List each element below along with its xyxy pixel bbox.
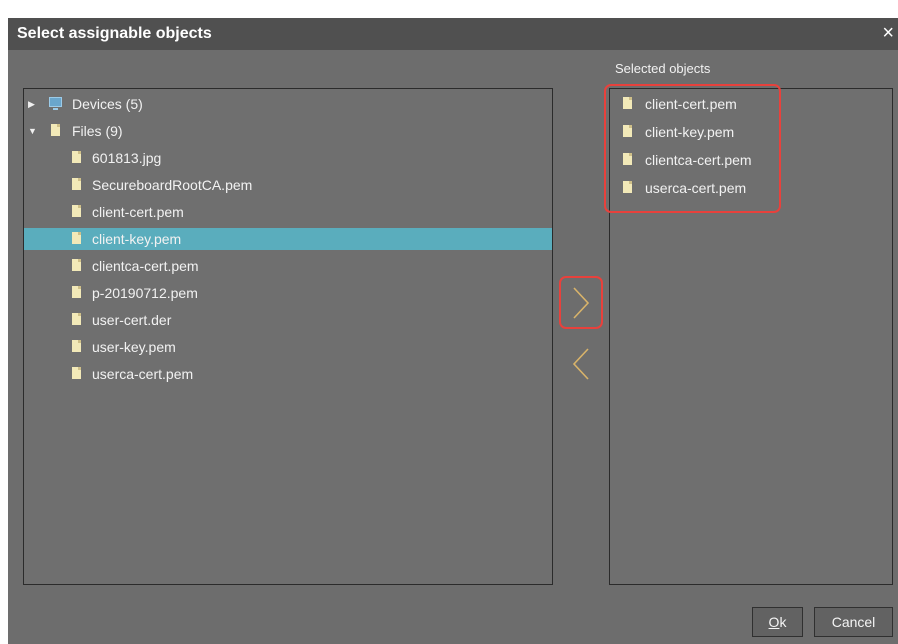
chevron-right-icon — [573, 287, 590, 319]
monitor-icon — [49, 97, 62, 110]
selected-highlight-box — [604, 84, 781, 213]
file-icon — [72, 178, 81, 190]
ok-label-rest: k — [779, 614, 787, 630]
ok-mnemonic: O — [768, 614, 780, 630]
add-to-selected-button[interactable] — [571, 286, 591, 320]
ok-button[interactable]: Ok — [752, 607, 803, 637]
tree-item-file[interactable]: user-key.pem — [24, 336, 552, 358]
tree-item-file-selected[interactable]: client-key.pem — [24, 228, 552, 250]
tree-item-file[interactable]: SecureboardRootCA.pem — [24, 174, 552, 196]
file-icon — [72, 313, 81, 325]
close-icon[interactable]: × — [882, 22, 894, 44]
tree-item-file[interactable]: client-cert.pem — [24, 201, 552, 223]
cancel-button[interactable]: Cancel — [814, 607, 893, 637]
available-objects-tree[interactable]: ▶ Devices (5) ▼ Files (9) 601813.jpg Sec… — [23, 88, 553, 585]
file-icon — [72, 151, 81, 163]
collapse-arrow-icon[interactable]: ▼ — [28, 120, 37, 142]
select-objects-dialog: Select assignable objects × ▶ Devices (5… — [8, 18, 898, 644]
file-icon — [72, 259, 81, 271]
file-label: userca-cert.pem — [92, 366, 194, 382]
chevron-left-icon — [572, 348, 589, 380]
file-icon — [72, 367, 81, 379]
file-icon — [72, 286, 81, 298]
file-label: clientca-cert.pem — [92, 258, 199, 274]
file-icon — [72, 340, 81, 352]
file-icon — [51, 124, 60, 136]
dialog-title: Select assignable objects — [17, 25, 212, 42]
remove-from-selected-button[interactable] — [571, 347, 591, 381]
file-label: client-cert.pem — [92, 204, 184, 220]
file-label: client-key.pem — [92, 231, 182, 247]
tree-item-file[interactable]: userca-cert.pem — [24, 363, 552, 385]
file-label: user-cert.der — [92, 312, 172, 328]
tree-node-files[interactable]: ▼ Files (9) — [24, 120, 552, 142]
tree-item-file[interactable]: p-20190712.pem — [24, 282, 552, 304]
file-label: user-key.pem — [92, 339, 176, 355]
file-label: 601813.jpg — [92, 150, 162, 166]
file-icon — [72, 205, 81, 217]
tree-item-file[interactable]: clientca-cert.pem — [24, 255, 552, 277]
tree-item-file[interactable]: user-cert.der — [24, 309, 552, 331]
tree-node-devices[interactable]: ▶ Devices (5) — [24, 93, 552, 115]
selected-objects-heading: Selected objects — [615, 61, 711, 76]
file-icon — [72, 232, 81, 244]
tree-node-label: Devices (5) — [72, 96, 143, 112]
tree-item-file[interactable]: 601813.jpg — [24, 147, 552, 169]
dialog-titlebar: Select assignable objects × — [8, 18, 898, 50]
tree-node-label: Files (9) — [72, 123, 123, 139]
file-label: SecureboardRootCA.pem — [92, 177, 253, 193]
file-label: p-20190712.pem — [92, 285, 198, 301]
expand-arrow-icon[interactable]: ▶ — [28, 93, 35, 115]
